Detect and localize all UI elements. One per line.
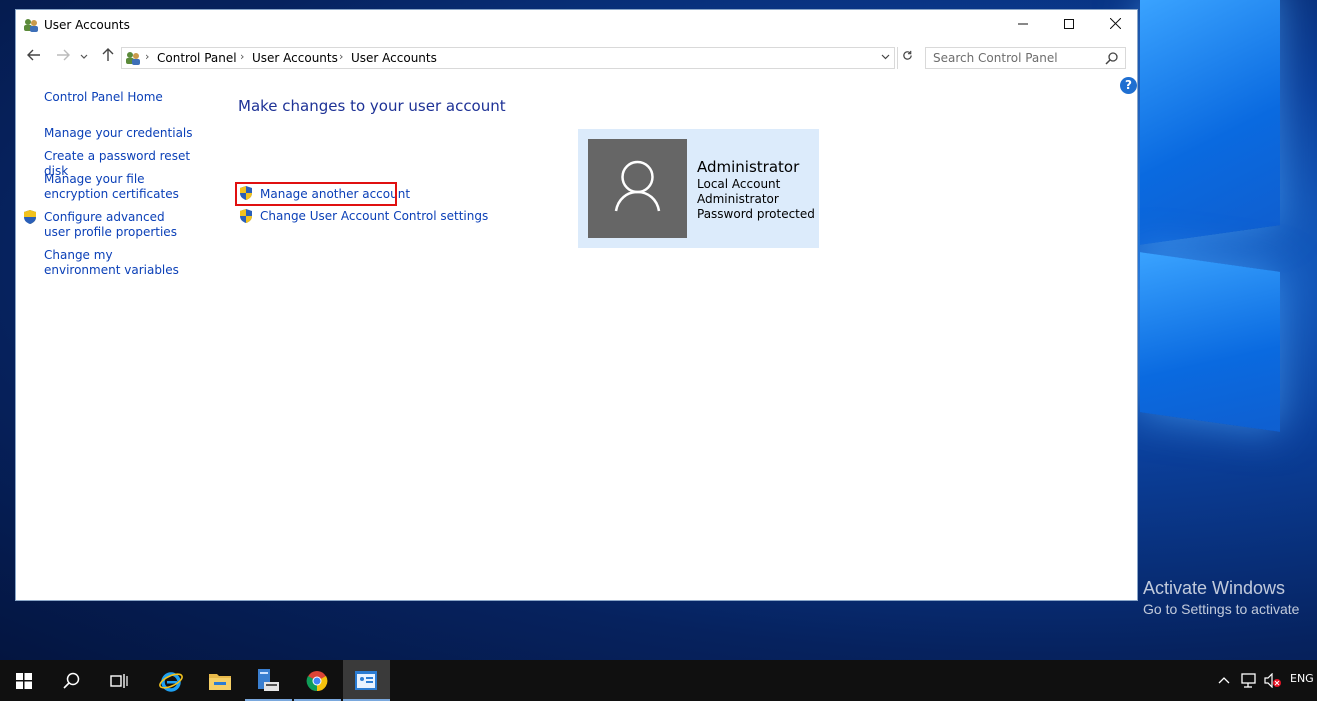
activation-watermark: Activate Windows Go to Settings to activ… (1143, 578, 1299, 617)
input-language-indicator[interactable]: ENG (1290, 672, 1314, 685)
breadcrumb-separator: › (145, 50, 150, 63)
back-button[interactable] (24, 48, 44, 68)
account-role: Administrator (697, 192, 779, 206)
taskbar-search-button[interactable] (48, 660, 95, 701)
file-explorer-icon (209, 674, 231, 690)
control-panel-icon (355, 671, 377, 690)
user-accounts-window: User Accounts › Control Panel › User Acc… (15, 9, 1138, 601)
user-accounts-icon (24, 19, 38, 32)
server-manager-button[interactable] (245, 660, 292, 701)
account-type: Local Account (697, 177, 781, 191)
breadcrumb-separator: › (240, 50, 245, 63)
recent-locations-button[interactable] (78, 48, 90, 68)
uac-shield-icon (240, 209, 252, 223)
task-view-icon (110, 674, 128, 688)
maximize-button[interactable] (1046, 10, 1092, 40)
manage-encryption-certificates-link[interactable]: Manage your file encryption certificates (44, 172, 199, 202)
internet-explorer-icon (159, 672, 183, 692)
chevron-down-icon (80, 54, 88, 59)
breadcrumb-control-panel[interactable]: Control Panel (157, 51, 237, 65)
forward-arrow-icon (57, 49, 70, 61)
watermark-line2: Go to Settings to activate (1143, 601, 1300, 617)
breadcrumb-user-accounts-current[interactable]: User Accounts (351, 51, 437, 65)
refresh-icon (902, 50, 912, 60)
start-button[interactable] (0, 660, 47, 701)
control-panel-location-icon (126, 52, 140, 65)
up-button[interactable] (98, 48, 118, 68)
maximize-icon (1064, 19, 1074, 29)
navigation-bar: › Control Panel › User Accounts › User A… (16, 43, 1137, 73)
search-icon (63, 672, 80, 689)
close-icon (1109, 17, 1121, 30)
breadcrumb-user-accounts[interactable]: User Accounts (252, 51, 338, 65)
user-silhouette-icon (614, 160, 661, 212)
refresh-button[interactable] (897, 47, 916, 69)
task-view-button[interactable] (96, 660, 143, 701)
taskbar: ENG (0, 660, 1317, 701)
up-arrow-icon (102, 48, 114, 61)
chrome-button[interactable] (294, 660, 341, 701)
windows-logo-background (1130, 0, 1317, 640)
breadcrumb-separator: › (339, 50, 344, 63)
change-uac-settings-link[interactable]: Change User Account Control settings (260, 209, 488, 224)
file-explorer-button[interactable] (196, 660, 243, 701)
back-arrow-icon (27, 49, 40, 61)
help-icon[interactable]: ? (1120, 77, 1137, 94)
window-title: User Accounts (44, 18, 130, 32)
title-bar[interactable]: User Accounts (16, 10, 1137, 40)
account-card: Administrator Local Account Administrato… (578, 129, 819, 248)
address-bar[interactable]: › Control Panel › User Accounts › User A… (121, 47, 895, 69)
network-icon[interactable] (1241, 673, 1258, 688)
chrome-icon (306, 671, 328, 692)
configure-profile-properties-link[interactable]: Configure advanced user profile properti… (44, 210, 184, 240)
manage-credentials-link[interactable]: Manage your credentials (44, 126, 204, 141)
avatar (588, 139, 687, 238)
address-dropdown-button[interactable] (876, 47, 894, 69)
server-manager-icon (258, 669, 279, 691)
volume-muted-icon[interactable] (1264, 673, 1282, 688)
search-icon[interactable] (1105, 51, 1119, 65)
minimize-icon (1018, 23, 1028, 25)
uac-shield-icon (24, 210, 36, 224)
show-hidden-icons-icon[interactable] (1218, 675, 1230, 685)
control-panel-taskbar-button[interactable] (343, 660, 390, 701)
account-password-status: Password protected (697, 207, 815, 221)
highlight-box (235, 182, 397, 206)
internet-explorer-button[interactable] (147, 660, 194, 701)
account-name: Administrator (697, 158, 800, 176)
forward-button[interactable] (53, 48, 73, 68)
start-icon (16, 673, 32, 689)
change-environment-variables-link[interactable]: Change my environment variables (44, 248, 189, 278)
chevron-down-icon (881, 54, 889, 60)
page-heading: Make changes to your user account (238, 97, 506, 115)
minimize-button[interactable] (1000, 10, 1046, 40)
control-panel-home-link[interactable]: Control Panel Home (44, 90, 204, 105)
watermark-line1: Activate Windows (1143, 578, 1286, 598)
search-input[interactable] (925, 47, 1126, 69)
close-button[interactable] (1092, 10, 1138, 40)
